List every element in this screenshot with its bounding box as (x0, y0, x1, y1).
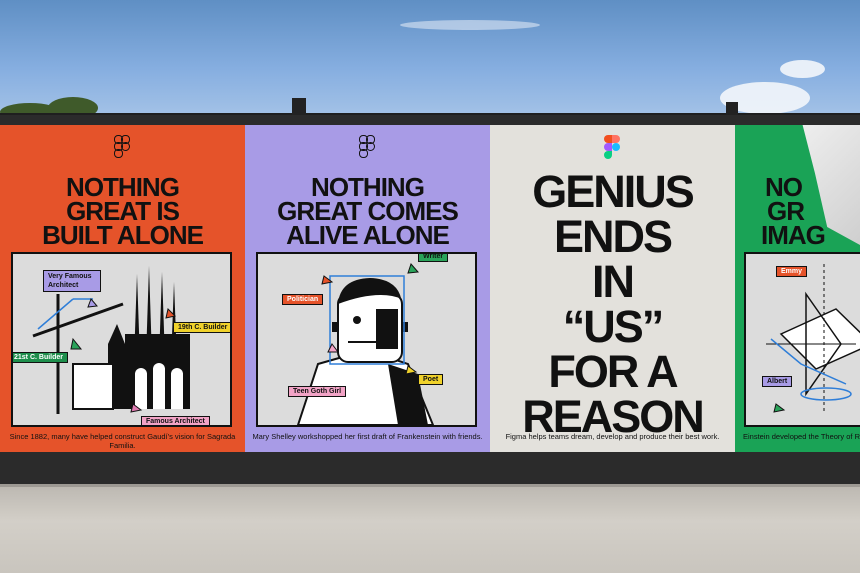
physics-diagram-illustration (746, 254, 860, 425)
frankenstein-illustration (258, 254, 475, 425)
tag-famous-architect: Famous Architect (141, 416, 210, 425)
tag-politician: Politician (282, 294, 324, 305)
poster-einstein: NO GR IMAG Emmy Albert Einstein develope… (735, 125, 860, 452)
tag-very-famous-architect: Very Famous Architect (43, 270, 101, 292)
headline-line: “US” (562, 301, 665, 352)
figma-logo-icon (114, 135, 130, 159)
figma-logo-icon (359, 135, 375, 159)
cloud (400, 20, 540, 30)
headline-line: ALIVE ALONE (286, 220, 450, 250)
poster-caption: Figma helps teams dream, develop and pro… (505, 432, 720, 441)
figma-logo-icon (604, 135, 620, 159)
tag-poet: Poet (418, 374, 444, 385)
tag-19th-c-builder: 19th C. Builder (173, 322, 230, 333)
poster-genius: GENIUS ENDS IN “US” FOR A REASON Figma h… (490, 125, 735, 452)
headline-line: BUILT ALONE (42, 220, 204, 250)
tag-teen-goth-girl: Teen Goth Girl (288, 386, 347, 397)
cloud (780, 60, 825, 78)
poster-caption: Mary Shelley workshopped her first draft… (252, 432, 483, 441)
poster-caption: Since 1882, many have helped construct G… (9, 432, 236, 450)
tag-writer: Writer (418, 254, 449, 262)
poster-sagrada-familia: NOTHING GREAT IS BUILT ALONE Very Famous… (0, 125, 245, 452)
tag-emmy: Emmy (776, 266, 808, 277)
sidewalk (0, 487, 860, 573)
headline-line: GENIUS (532, 166, 695, 217)
illustration-frame: Very Famous Architect 19th C. Builder 21… (11, 252, 232, 427)
tag-albert: Albert (762, 376, 793, 387)
poster-caption: Einstein developed the Theory of Rela (743, 432, 860, 441)
tag-21st-c-builder: 21st C. Builder (13, 352, 69, 363)
poster-headline: NOTHING GREAT COMES ALIVE ALONE (245, 174, 490, 250)
headline-line: FOR A (548, 346, 678, 397)
poster-frankenstein: NOTHING GREAT COMES ALIVE ALONE Writer P… (245, 125, 490, 452)
headline-line: IN (592, 256, 635, 307)
poster-headline: GENIUS ENDS IN “US” FOR A REASON (490, 169, 735, 439)
illustration-frame: Writer Politician Teen Goth Girl Poet (256, 252, 477, 427)
poster-headline: NOTHING GREAT IS BUILT ALONE (0, 174, 245, 250)
wall-post (726, 102, 738, 116)
illustration-frame: Emmy Albert (744, 252, 860, 427)
headline-line: ENDS (553, 211, 673, 262)
wall-post (292, 98, 306, 116)
